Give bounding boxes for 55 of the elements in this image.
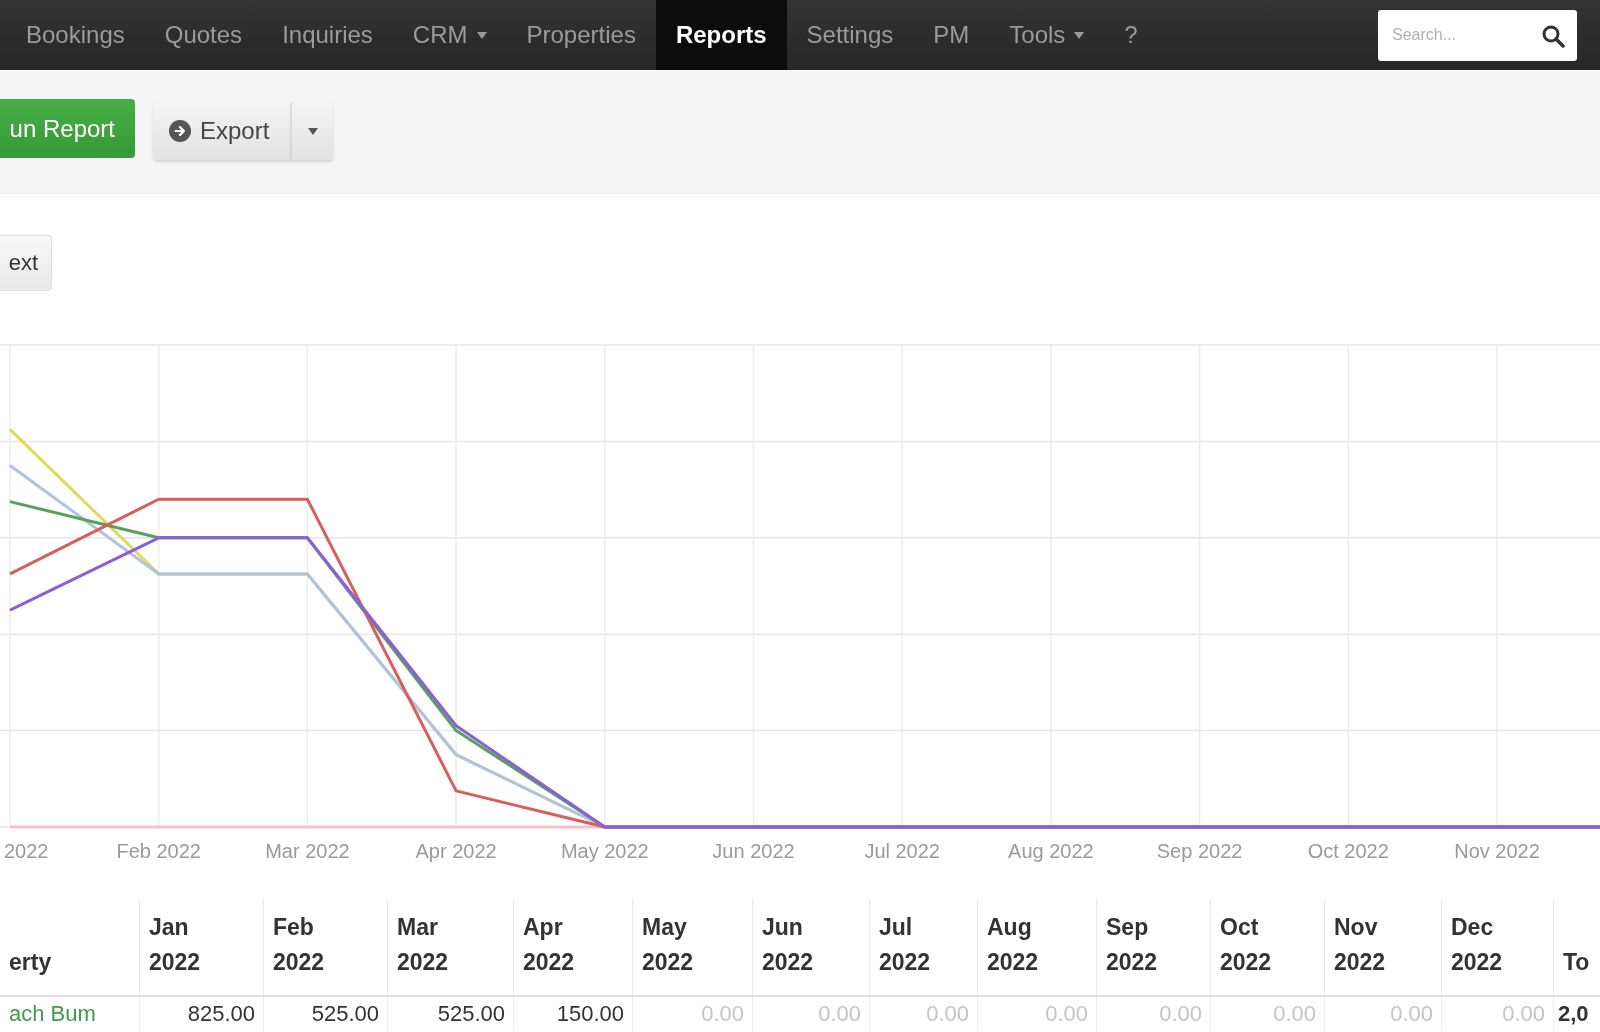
column-header: Feb 2022 — [263, 899, 387, 995]
table-cell: 2,0 — [1553, 997, 1600, 1031]
nav-tab[interactable]: ? — [1104, 0, 1158, 70]
property-link[interactable]: ach Bum — [0, 997, 139, 1031]
export-button[interactable]: Export — [153, 102, 292, 160]
column-header: Aug 2022 — [977, 899, 1096, 995]
report-button[interactable]: ext — [0, 235, 52, 291]
column-header: Mar 2022 — [387, 899, 513, 995]
axis-label: Oct 2022 — [1307, 840, 1389, 862]
nav-tab[interactable]: CRM — [392, 0, 507, 70]
column-header: Nov 2022 — [1324, 899, 1441, 995]
column-header: Jun 2022 — [752, 899, 869, 995]
axis-label: Feb 2022 — [116, 840, 201, 862]
axis-label: Nov 2022 — [1454, 840, 1540, 862]
column-header: Apr 2022 — [513, 899, 632, 995]
nav-tab[interactable]: Bookings — [6, 0, 145, 70]
table-cell: 0.00 — [752, 997, 869, 1031]
column-header: Dec 2022 — [1441, 899, 1553, 995]
axis-label: Mar 2022 — [265, 840, 350, 862]
nav-tab[interactable]: Settings — [786, 0, 914, 70]
axis-label: Aug 2022 — [1008, 840, 1094, 862]
column-header: To — [1553, 899, 1600, 995]
nav-tab[interactable]: Tools — [989, 0, 1105, 70]
table-cell: 825.00 — [139, 997, 263, 1031]
table-cell: 0.00 — [977, 997, 1096, 1031]
axis-label: May 2022 — [560, 840, 649, 862]
column-header: May 2022 — [632, 899, 752, 995]
axis-label: Jun 2022 — [712, 840, 795, 862]
nav-tab[interactable]: Reports — [655, 0, 787, 70]
nav-tab[interactable]: Inquiries — [262, 0, 393, 70]
search-icon[interactable] — [1541, 23, 1565, 48]
table-cell: 525.00 — [387, 997, 513, 1031]
run-report-button[interactable]: un Report — [0, 99, 135, 158]
table-cell: 0.00 — [1324, 997, 1441, 1031]
column-header: Oct 2022 — [1210, 899, 1324, 995]
table-cell: 0.00 — [632, 997, 752, 1031]
axis-label: Sep 2022 — [1156, 840, 1243, 862]
table-cell: 0.00 — [869, 997, 977, 1031]
table-cell: 525.00 — [263, 997, 387, 1031]
column-header: Jul 2022 — [869, 899, 977, 995]
column-header: erty — [8, 948, 53, 977]
table-cell: 0.00 — [1441, 997, 1553, 1031]
table-cell: 0.00 — [1210, 997, 1324, 1031]
axis-label: Apr 2022 — [415, 840, 497, 862]
table-cell: 150.00 — [513, 997, 632, 1031]
axis-label: Jul 2022 — [864, 840, 940, 862]
search-field[interactable]: Search... — [1378, 9, 1577, 61]
nav-tab[interactable]: PM — [913, 0, 990, 70]
nav-tab[interactable]: Quotes — [144, 0, 263, 70]
column-header: Jan 2022 — [139, 899, 263, 995]
caret-icon — [307, 127, 318, 135]
nav-tab[interactable]: Properties — [506, 0, 656, 70]
column-header: Sep 2022 — [1096, 899, 1210, 995]
table-cell: 0.00 — [1096, 997, 1210, 1031]
axis-label: 2022 — [4, 840, 49, 862]
